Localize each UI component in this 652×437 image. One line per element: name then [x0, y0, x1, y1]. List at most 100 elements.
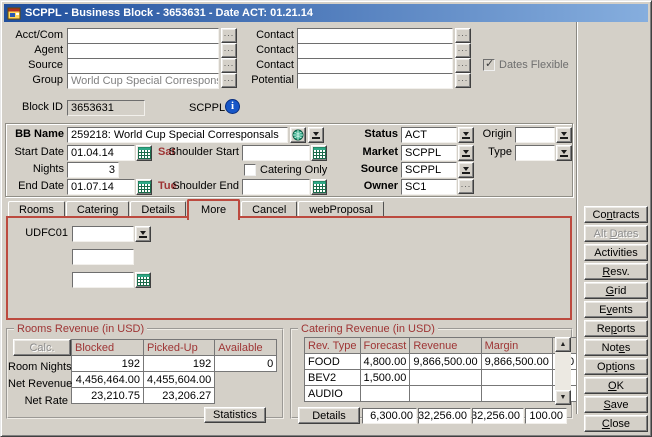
rev-type-cell[interactable]: FOOD	[305, 354, 361, 370]
forecast-cell[interactable]	[360, 386, 410, 402]
acctcom-label: Acct/Com	[5, 28, 63, 43]
main-content: Acct/Com ... Agent ... Source ... Group …	[4, 22, 648, 414]
start-date-calendar-button[interactable]	[136, 145, 152, 161]
source-field[interactable]	[67, 58, 219, 74]
net-rate-label: Net Rate	[8, 394, 68, 409]
agent-field[interactable]	[67, 43, 219, 59]
shoulder-end-calendar-button[interactable]	[311, 179, 327, 195]
rev-type-cell[interactable]: AUDIO	[305, 386, 361, 402]
side-button-save[interactable]: Save	[584, 396, 648, 413]
source-dropdown-button[interactable]	[458, 162, 474, 178]
group-field: World Cup Special Corresponsals	[67, 73, 219, 89]
side-button-close[interactable]: Close	[584, 415, 648, 432]
side-button-activities[interactable]: Activities	[584, 244, 648, 261]
udf-field-3[interactable]	[72, 272, 134, 288]
ellipsis-icon: ...	[224, 30, 235, 41]
market-field[interactable]: SCPPL	[401, 145, 457, 161]
statistics-button[interactable]: Statistics	[204, 407, 266, 423]
catering-table-scrollbar[interactable]: ▲ ▼	[555, 337, 571, 405]
calendar-icon	[138, 147, 151, 159]
translate-globe-button[interactable]	[290, 127, 306, 143]
owner-lov-button[interactable]: ...	[458, 179, 474, 194]
potential-field[interactable]	[297, 73, 453, 89]
vertical-separator	[576, 22, 578, 414]
dropdown-icon	[560, 132, 568, 139]
end-date-calendar-button[interactable]	[136, 179, 152, 195]
details-button[interactable]: Details	[298, 407, 360, 424]
ellipsis-icon: ...	[458, 60, 469, 71]
status-dropdown-button[interactable]	[458, 127, 474, 143]
side-button-ok[interactable]: OK	[584, 377, 648, 394]
margin-cell[interactable]	[481, 370, 552, 386]
bb-name-field[interactable]: 259218: World Cup Special Corresponsals	[67, 127, 288, 143]
globe-icon	[292, 129, 304, 141]
shoulder-start-calendar-button[interactable]	[311, 145, 327, 161]
bb-name-label: BB Name	[6, 127, 64, 142]
type-dropdown-button[interactable]	[556, 145, 572, 161]
contact3-field[interactable]	[297, 58, 453, 74]
bb-name-dropdown-button[interactable]	[308, 127, 324, 143]
margin-cell[interactable]	[481, 386, 552, 402]
type-field[interactable]	[515, 145, 555, 161]
col-picked-up: Picked-Up	[144, 340, 215, 356]
catering-only-label: Catering Only	[260, 163, 340, 178]
acctcom-lov-button[interactable]: ...	[221, 28, 237, 43]
owner-field[interactable]: SC1	[401, 179, 457, 195]
side-button-resv[interactable]: Resv.	[584, 263, 648, 280]
scroll-up-button[interactable]: ▲	[555, 337, 571, 352]
side-button-notes[interactable]: Notes	[584, 339, 648, 356]
side-button-contracts[interactable]: Contracts	[584, 206, 648, 223]
shoulder-end-field[interactable]	[242, 179, 310, 195]
dropdown-icon	[462, 150, 470, 157]
side-button-events[interactable]: Events	[584, 301, 648, 318]
udf-date-calendar-button[interactable]	[135, 272, 151, 288]
potential-lov-button[interactable]: ...	[455, 73, 471, 88]
col-revenue: Revenue	[410, 338, 481, 354]
forecast-cell[interactable]: 4,800.00	[360, 354, 410, 370]
agent-lov-button[interactable]: ...	[221, 43, 237, 58]
net-rate-picked-up: 23,206.27	[144, 388, 215, 404]
status-label: Status	[340, 127, 398, 142]
end-date-field[interactable]: 01.07.14	[67, 179, 135, 195]
contact2-field[interactable]	[297, 43, 453, 59]
udfc01-field[interactable]	[72, 226, 134, 242]
status-field[interactable]: ACT	[401, 127, 457, 143]
acctcom-field[interactable]	[67, 28, 219, 44]
rev-type-cell[interactable]: BEV2	[305, 370, 361, 386]
type-label: Type	[478, 145, 512, 160]
start-date-field[interactable]: 01.04.14	[67, 145, 135, 161]
contact3-lov-button[interactable]: ...	[455, 58, 471, 73]
shoulder-start-field[interactable]	[242, 145, 310, 161]
side-button-grid[interactable]: Grid	[584, 282, 648, 299]
block-id-label: Block ID	[5, 100, 63, 115]
catering-only-checkbox[interactable]	[244, 164, 256, 176]
contact1-lov-button[interactable]: ...	[455, 28, 471, 43]
nights-field[interactable]: 3	[67, 162, 119, 178]
origin-dropdown-button[interactable]	[556, 127, 572, 143]
net-revenue-blocked: 4,456,464.00	[72, 372, 144, 388]
origin-field[interactable]	[515, 127, 555, 143]
contact2-lov-button[interactable]: ...	[455, 43, 471, 58]
revenue-cell[interactable]: 9,866,500.00	[410, 354, 481, 370]
tab-more[interactable]: More	[187, 199, 240, 220]
forecast-cell[interactable]: 1,500.00	[360, 370, 410, 386]
agent-label: Agent	[5, 43, 63, 58]
udf-field-2[interactable]	[72, 249, 134, 265]
side-button-options[interactable]: Options	[584, 358, 648, 375]
table-row: FOOD 4,800.00 9,866,500.00 9,866,500.00 …	[305, 354, 578, 370]
udfc01-dropdown-button[interactable]	[135, 226, 151, 242]
revenue-cell[interactable]	[410, 370, 481, 386]
source-code-field[interactable]: SCPPL	[401, 162, 457, 178]
side-button-reports[interactable]: Reports	[584, 320, 648, 337]
margin-cell[interactable]: 9,866,500.00	[481, 354, 552, 370]
net-revenue-picked-up: 4,455,604.00	[144, 372, 215, 388]
rooms-revenue-table: Blocked Picked-Up Available 192 192 0 4,…	[71, 339, 277, 404]
scroll-down-button[interactable]: ▼	[555, 390, 571, 405]
group-lov-button[interactable]: ...	[221, 73, 237, 88]
shoulder-start-label: Shoulder Start	[161, 145, 239, 160]
source-lov-button[interactable]: ...	[221, 58, 237, 73]
market-dropdown-button[interactable]	[458, 145, 474, 161]
contact1-field[interactable]	[297, 28, 453, 44]
revenue-cell[interactable]	[410, 386, 481, 402]
info-icon[interactable]	[225, 99, 240, 114]
